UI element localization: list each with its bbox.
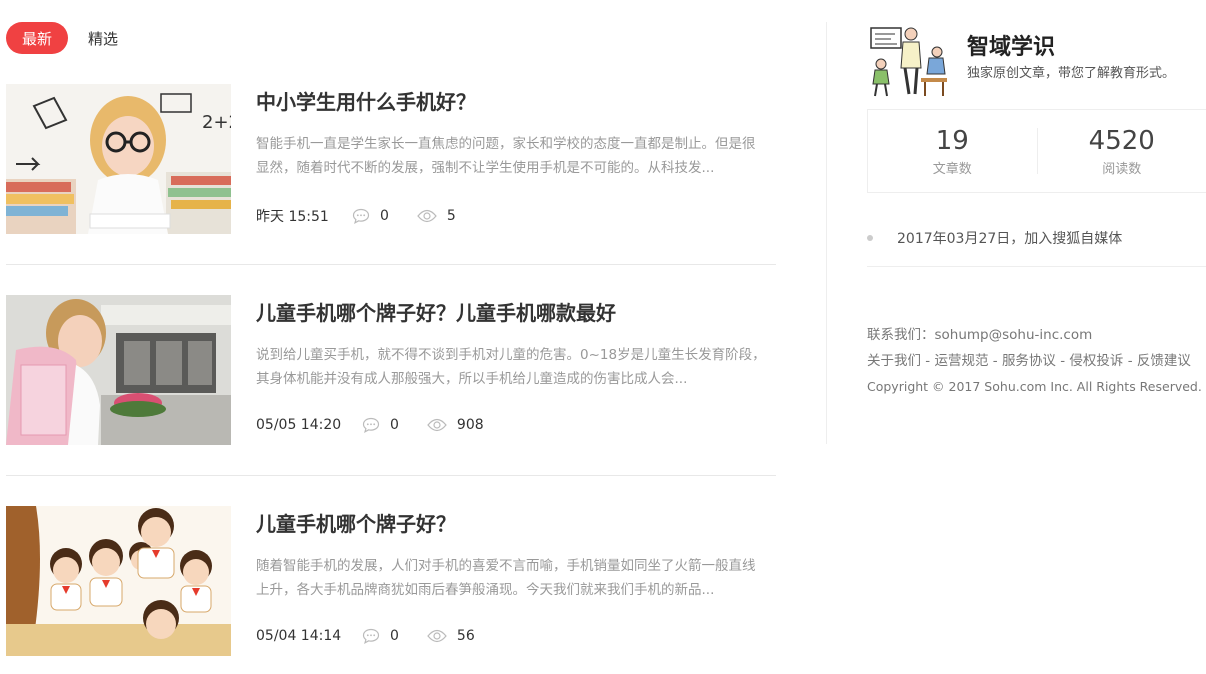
sidebar-footer: 联系我们：sohump@sohu-inc.com 关于我们 - 运营规范 - 服… bbox=[867, 322, 1202, 400]
article-item[interactable]: 儿童手机哪个牌子好？儿童手机哪款最好 说到给儿童买手机，就不得不谈到手机对儿童的… bbox=[6, 295, 776, 445]
article-title[interactable]: 中小学生用什么手机好？ bbox=[256, 86, 476, 115]
article-count-box: 19 文章数 bbox=[868, 110, 1037, 192]
article-count-value: 19 bbox=[935, 125, 969, 156]
article-title[interactable]: 儿童手机哪个牌子好？ bbox=[256, 508, 456, 537]
article-item[interactable]: 2+2 中小学生用什么手机好？ 智能手机一直是学生家长一直焦虑的问题，家长和学校… bbox=[6, 84, 776, 234]
join-date-text: 2017年03月27日，加入搜狐自媒体 bbox=[897, 231, 1123, 247]
profile-description: 独家原创文章，带您了解教育形式。 bbox=[967, 66, 1176, 81]
link-operation-rules[interactable]: 运营规范 bbox=[934, 353, 988, 369]
link-separator: - bbox=[1123, 353, 1137, 369]
article-time: 05/04 14:14 bbox=[256, 628, 342, 644]
link-service-agreement[interactable]: 服务协议 bbox=[1002, 353, 1056, 369]
article-summary[interactable]: 智能手机一直是学生家长一直焦虑的问题，家长和学校的态度一直都是制止。但是很显然，… bbox=[256, 132, 766, 180]
tab-featured[interactable]: 精选 bbox=[88, 28, 118, 49]
article-summary[interactable]: 随着智能手机的发展，人们对手机的喜爱不言而喻，手机销量如同坐了火箭一般直线上升，… bbox=[256, 554, 766, 602]
svg-text:2+2: 2+2 bbox=[202, 112, 231, 133]
read-count-label: 阅读数 bbox=[1102, 161, 1142, 177]
profile-name[interactable]: 智域学识 bbox=[967, 29, 1055, 61]
footer-links: 关于我们 - 运营规范 - 服务协议 - 侵权投诉 - 反馈建议 bbox=[867, 348, 1202, 374]
bullet-dot bbox=[867, 235, 873, 241]
view-count-value: 56 bbox=[456, 628, 475, 644]
column-separator bbox=[826, 22, 827, 444]
link-feedback[interactable]: 反馈建议 bbox=[1137, 353, 1191, 369]
article-thumbnail[interactable]: 2+2 bbox=[6, 84, 231, 234]
article-time: 昨天 15:51 bbox=[256, 209, 329, 225]
comment-icon bbox=[362, 628, 380, 644]
article-title[interactable]: 儿童手机哪个牌子好？儿童手机哪款最好 bbox=[256, 297, 616, 326]
comment-count[interactable]: 0 bbox=[352, 208, 389, 224]
view-count: 908 bbox=[427, 417, 484, 433]
join-info: 2017年03月27日，加入搜狐自媒体 bbox=[867, 228, 1122, 248]
comment-icon bbox=[352, 208, 370, 224]
article-divider bbox=[6, 264, 776, 265]
article-time: 05/05 14:20 bbox=[256, 417, 342, 433]
tab-latest[interactable]: 最新 bbox=[6, 22, 68, 54]
link-separator: - bbox=[1055, 353, 1070, 369]
article-meta: 昨天 15:51 0 5 bbox=[256, 206, 484, 226]
comment-count[interactable]: 0 bbox=[362, 628, 399, 644]
feed-tabs: 最新 精选 bbox=[6, 22, 118, 54]
article-meta: 05/05 14:20 0 908 bbox=[256, 417, 512, 433]
eye-icon bbox=[427, 418, 447, 432]
comment-count-value: 0 bbox=[390, 417, 399, 433]
comment-count[interactable]: 0 bbox=[362, 417, 399, 433]
comment-count-value: 0 bbox=[390, 628, 399, 644]
link-separator: - bbox=[988, 353, 1002, 369]
article-divider bbox=[6, 475, 776, 476]
article-item[interactable]: 儿童手机哪个牌子好？ 随着智能手机的发展，人们对手机的喜爱不言而喻，手机销量如同… bbox=[6, 506, 776, 656]
read-count-value: 4520 bbox=[1088, 125, 1155, 156]
comment-count-value: 0 bbox=[380, 208, 389, 224]
read-count-box: 4520 阅读数 bbox=[1038, 110, 1206, 192]
sidebar-divider bbox=[867, 266, 1206, 267]
view-count: 56 bbox=[427, 628, 475, 644]
link-separator: - bbox=[921, 353, 935, 369]
article-thumbnail[interactable] bbox=[6, 295, 231, 445]
contact-email[interactable]: 联系我们：sohump@sohu-inc.com bbox=[867, 322, 1202, 348]
comment-icon bbox=[362, 417, 380, 433]
eye-icon bbox=[427, 629, 447, 643]
eye-icon bbox=[417, 209, 437, 223]
view-count: 5 bbox=[417, 208, 456, 224]
copyright: Copyright © 2017 Sohu.com Inc. All Right… bbox=[867, 379, 1202, 394]
article-count-label: 文章数 bbox=[932, 161, 972, 177]
article-thumbnail[interactable] bbox=[6, 506, 231, 656]
link-infringement-report[interactable]: 侵权投诉 bbox=[1069, 353, 1123, 369]
link-about[interactable]: 关于我们 bbox=[867, 353, 921, 369]
avatar[interactable] bbox=[867, 20, 949, 100]
article-meta: 05/04 14:14 0 56 bbox=[256, 628, 503, 644]
article-summary[interactable]: 说到给儿童买手机，就不得不谈到手机对儿童的危害。0~18岁是儿童生长发育阶段，其… bbox=[256, 343, 766, 391]
view-count-value: 5 bbox=[446, 208, 456, 224]
view-count-value: 908 bbox=[456, 417, 484, 433]
profile-stats: 19 文章数 4520 阅读数 bbox=[867, 109, 1206, 193]
